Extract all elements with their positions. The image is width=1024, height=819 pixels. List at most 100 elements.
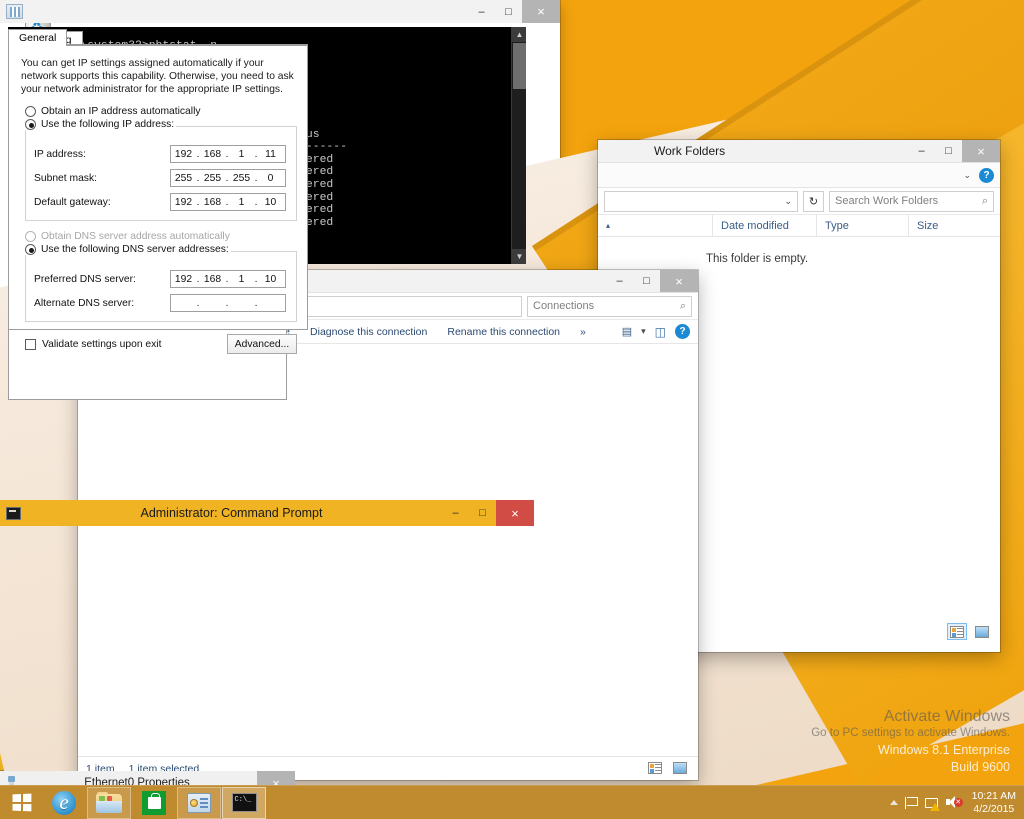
maximize-button[interactable]: □: [469, 500, 496, 526]
scroll-down-icon[interactable]: ▼: [512, 249, 526, 264]
clock-date: 4/2/2015: [973, 802, 1015, 815]
taskbar-network-connections[interactable]: [177, 786, 221, 819]
radio-obtain-dns-automatically[interactable]: Obtain DNS server address automatically: [25, 231, 297, 242]
change-view-icon[interactable]: ▤: [622, 325, 632, 338]
validate-settings-checkbox[interactable]: Validate settings upon exit: [25, 338, 162, 350]
sort-ascending-icon: ▴: [606, 221, 611, 230]
ip-octet-2: 168: [203, 148, 222, 160]
radio-use-following-ip[interactable]: Use the following IP address:: [25, 119, 177, 130]
taskbar-command-prompt[interactable]: [222, 786, 266, 819]
manual-ip-group: Use the following IP address: IP address…: [25, 119, 297, 221]
ip-address-label: IP address:: [34, 148, 86, 160]
checkbox-label: Validate settings upon exit: [42, 338, 162, 350]
ip-dot: .: [196, 297, 200, 309]
preview-pane-icon[interactable]: ◫: [655, 325, 666, 339]
rename-connection-button[interactable]: Rename this connection: [437, 326, 570, 338]
diagnose-connection-button[interactable]: Diagnose this connection: [300, 326, 437, 338]
default-gateway-input[interactable]: 192 . 168 . 1 . 10: [170, 193, 286, 211]
tab-general[interactable]: General: [8, 29, 68, 46]
gw-octet-3: 1: [238, 196, 245, 208]
column-name[interactable]: ▴: [598, 215, 712, 236]
pdns-octet-2: 168: [203, 273, 222, 285]
address-bar[interactable]: ⌄: [604, 190, 798, 212]
console-icon: [6, 506, 21, 520]
volume-muted-icon[interactable]: ✕: [945, 796, 963, 809]
background-explorer-titlebar[interactable]: – □ ×: [0, 0, 560, 23]
console-scrollbar[interactable]: ▲ ▼: [511, 27, 526, 264]
search-input[interactable]: Search Work Folders ⌕: [829, 190, 994, 212]
minimize-button[interactable]: –: [442, 500, 469, 526]
windows-logo-icon: [12, 793, 31, 812]
scroll-up-icon[interactable]: ▲: [512, 27, 526, 42]
radio-label: Obtain DNS server address automatically: [41, 231, 230, 242]
subnet-mask-input[interactable]: 255 . 255 . 255 . 0: [170, 169, 286, 187]
taskbar-windows-store[interactable]: [132, 787, 176, 819]
alternate-dns-input[interactable]: . . .: [170, 294, 286, 312]
start-button[interactable]: [0, 786, 42, 819]
preferred-dns-input[interactable]: 192 . 168 . 1 . 10: [170, 270, 286, 288]
large-icons-view-button[interactable]: [670, 759, 690, 776]
taskbar-internet-explorer[interactable]: [42, 787, 86, 819]
close-button[interactable]: ×: [522, 0, 560, 23]
radio-use-following-dns[interactable]: Use the following DNS server addresses:: [25, 244, 231, 255]
details-view-button[interactable]: [645, 759, 665, 776]
ip-dot: .: [254, 297, 258, 309]
desktop[interactable]: ♻ Recycle Bin Work Folders – □ × ⌄ ? ⌄ ↻…: [0, 0, 1024, 819]
work-folders-titlebar[interactable]: Work Folders – □ ×: [598, 140, 1000, 163]
close-button[interactable]: ×: [496, 500, 534, 526]
file-explorer-icon: [96, 792, 122, 813]
subnet-mask-label: Subnet mask:: [34, 172, 97, 184]
manual-dns-group: Use the following DNS server addresses: …: [25, 244, 297, 322]
more-commands-button[interactable]: »: [570, 326, 596, 338]
search-icon: ⌕: [981, 194, 988, 207]
work-folders-window-buttons: – □ ×: [908, 140, 1000, 162]
taskbar-file-explorer[interactable]: [87, 786, 131, 819]
tcpip4-panel: You can get IP settings assigned automat…: [8, 46, 308, 354]
details-view-button[interactable]: [947, 623, 967, 640]
folder-icon: [6, 4, 23, 19]
pdns-octet-4: 10: [264, 273, 277, 285]
work-folders-title: Work Folders: [654, 144, 726, 158]
chevron-down-icon[interactable]: ⌄: [784, 196, 792, 207]
chevron-down-icon[interactable]: ⌄: [963, 170, 971, 181]
help-icon[interactable]: ?: [979, 167, 994, 183]
column-type[interactable]: Type: [816, 215, 908, 236]
search-placeholder: Connections: [533, 300, 595, 312]
network-status-icon[interactable]: [924, 796, 940, 811]
refresh-button[interactable]: ↻: [803, 190, 824, 212]
column-date-modified[interactable]: Date modified: [712, 215, 816, 236]
radio-icon: [25, 106, 36, 117]
large-icons-view-button[interactable]: [972, 623, 992, 640]
column-size[interactable]: Size: [908, 215, 988, 236]
scrollbar-thumb[interactable]: [513, 43, 526, 89]
close-button[interactable]: ×: [962, 140, 1000, 162]
work-folders-address-row: ⌄ ↻ Search Work Folders ⌕: [598, 188, 1000, 215]
close-button[interactable]: ×: [660, 270, 698, 292]
maximize-button[interactable]: □: [633, 270, 660, 292]
minimize-button[interactable]: –: [606, 270, 633, 292]
search-input[interactable]: Connections ⌕: [527, 295, 692, 317]
taskbar-clock[interactable]: 10:21 AM 4/2/2015: [968, 790, 1016, 816]
windows-store-icon: [142, 790, 166, 815]
radio-icon: [25, 231, 36, 242]
maximize-button[interactable]: □: [935, 140, 962, 162]
work-folders-column-headers: ▴ Date modified Type Size: [598, 215, 1000, 237]
minimize-button[interactable]: –: [468, 0, 495, 23]
advanced-button[interactable]: Advanced...: [227, 334, 297, 354]
chevron-down-icon[interactable]: ▾: [641, 326, 646, 337]
checkbox-icon: [25, 338, 36, 350]
default-gateway-row: Default gateway: 192 . 168 . 1 . 10: [34, 193, 288, 211]
minimize-button[interactable]: –: [908, 140, 935, 162]
maximize-button[interactable]: □: [495, 0, 522, 23]
show-hidden-icons-icon[interactable]: [889, 800, 898, 805]
radio-obtain-ip-automatically[interactable]: Obtain an IP address automatically: [25, 106, 297, 117]
ip-address-row: IP address: 192 . 168 . 1 . 11: [34, 145, 288, 163]
default-gateway-label: Default gateway:: [34, 196, 111, 208]
watermark-build: Build 9600: [950, 760, 1010, 774]
command-prompt-titlebar[interactable]: Administrator: Command Prompt – □ ×: [0, 500, 534, 526]
ip-octet-4: 11: [265, 148, 276, 160]
ip-address-input[interactable]: 192 . 168 . 1 . 11: [170, 145, 286, 163]
taskbar[interactable]: ✕ 10:21 AM 4/2/2015: [0, 785, 1024, 819]
help-icon[interactable]: ?: [675, 324, 690, 339]
action-center-flag-icon[interactable]: [904, 796, 918, 809]
